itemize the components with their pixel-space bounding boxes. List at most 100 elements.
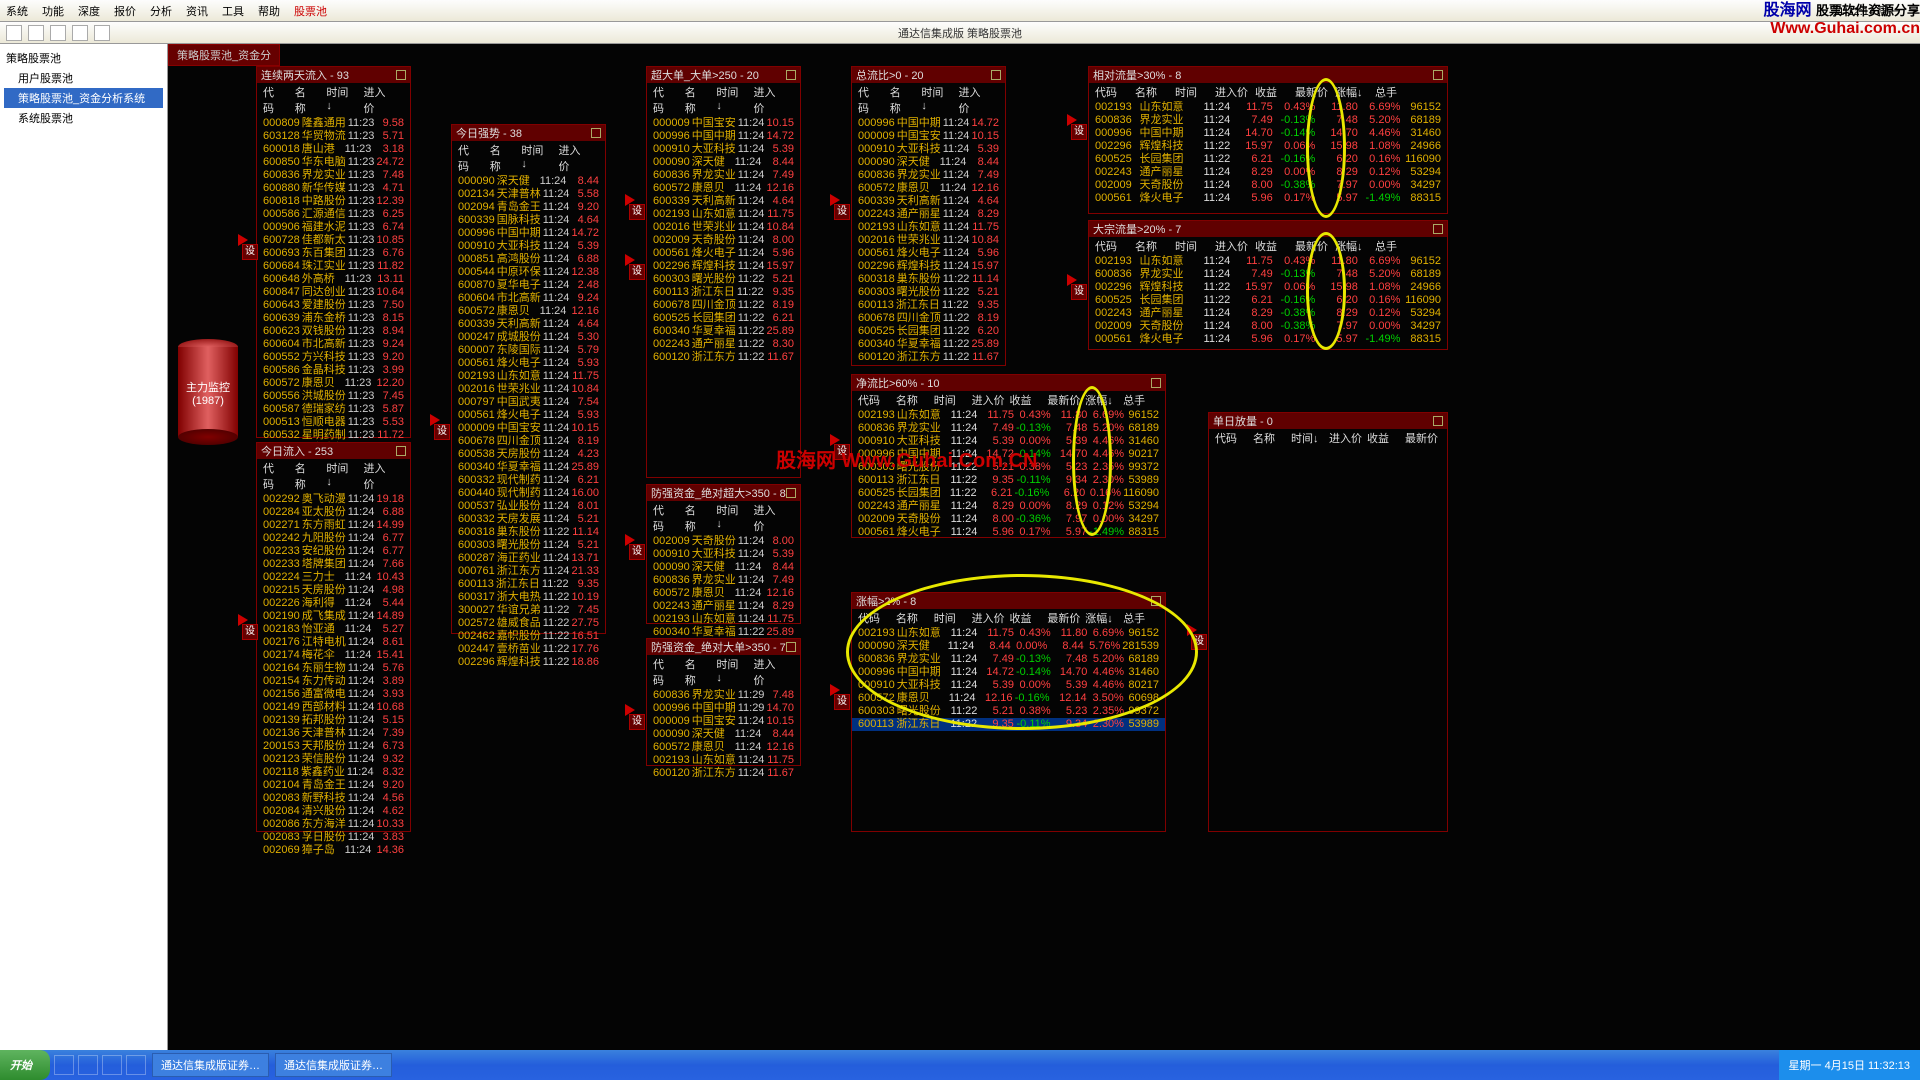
table-row[interactable]: 000851高鸿股份11:246.88 — [452, 253, 605, 266]
table-row[interactable]: 002009天奇股份11:248.00-0.36%7.970.00%34297 — [852, 513, 1165, 526]
pin-icon[interactable] — [1433, 224, 1443, 234]
table-row[interactable]: 002271东方雨虹11:2414.99 — [257, 519, 410, 532]
table-row[interactable]: 002016世荣兆业11:2410.84 — [852, 234, 1005, 247]
table-row[interactable]: 600678四川金顶11:228.19 — [647, 299, 800, 312]
table-row[interactable]: 600678四川金顶11:248.19 — [452, 435, 605, 448]
table-row[interactable]: 600728佳都新太11:2310.85 — [257, 234, 410, 247]
table-row[interactable]: 002190成飞集成11:2414.89 — [257, 610, 410, 623]
table-row[interactable]: 000009中国宝安11:2410.15 — [852, 130, 1005, 143]
table-row[interactable]: 600120浙江东方11:2211.67 — [647, 351, 800, 364]
table-row[interactable]: 600639浦东金桥11:238.15 — [257, 312, 410, 325]
tb-icon-1[interactable] — [6, 25, 22, 41]
table-row[interactable]: 002243通产丽星11:248.290.00%8.290.12%53294 — [852, 500, 1165, 513]
menu-func[interactable]: 功能 — [42, 3, 64, 19]
table-row[interactable]: 000009中国宝安11:2410.15 — [452, 422, 605, 435]
table-row[interactable]: 002193山东如意11:2411.75 — [852, 221, 1005, 234]
table-row[interactable]: 600113浙江东日11:229.35 — [852, 299, 1005, 312]
table-row[interactable]: 002016世荣兆业11:2410.84 — [452, 383, 605, 396]
table-row[interactable]: 002233安纪股份11:246.77 — [257, 545, 410, 558]
system-tray[interactable]: 星期一 4月15日 11:32:13 — [1779, 1050, 1920, 1080]
table-row[interactable]: 600120浙江东方11:2211.67 — [852, 351, 1005, 364]
set-tag[interactable]: 设 — [629, 544, 645, 560]
table-row[interactable]: 600339天利高新11:244.64 — [647, 195, 800, 208]
table-row[interactable]: 600693东百集团11:236.76 — [257, 247, 410, 260]
table-row[interactable]: 002193山东如意11:2411.75 — [647, 754, 800, 767]
table-row[interactable]: 000090深天健11:248.44 — [852, 156, 1005, 169]
table-row[interactable]: 002123荣信股份11:249.32 — [257, 753, 410, 766]
table-row[interactable]: 600318巢东股份11:2211.14 — [452, 526, 605, 539]
table-row[interactable]: 000906福建水泥11:236.74 — [257, 221, 410, 234]
quick-launch[interactable] — [126, 1055, 146, 1075]
table-row[interactable]: 600332现代制药11:246.21 — [452, 474, 605, 487]
task-button[interactable]: 通达信集成版证券… — [275, 1053, 392, 1077]
table-row[interactable]: 600552方兴科技11:239.20 — [257, 351, 410, 364]
table-row[interactable]: 600836界龙实业11:247.49 — [647, 574, 800, 587]
table-row[interactable]: 600113浙江东日11:229.35 — [452, 578, 605, 591]
table-row[interactable]: 600836界龙实业11:247.49 — [852, 169, 1005, 182]
tb-icon-5[interactable] — [94, 25, 110, 41]
table-row[interactable]: 000090深天健11:248.44 — [647, 156, 800, 169]
table-row[interactable]: 000996中国中期11:2914.70 — [647, 702, 800, 715]
table-row[interactable]: 000910大亚科技11:245.390.00%5.394.46%31460 — [852, 435, 1165, 448]
table-row[interactable]: 600113浙江东日11:229.35-0.11%9.342.30%53989 — [852, 718, 1165, 731]
menu-stockpool[interactable]: 股票池 — [294, 3, 327, 19]
table-row[interactable]: 002183怡亚通11:245.27 — [257, 623, 410, 636]
table-row[interactable]: 002104青岛金王11:249.20 — [257, 779, 410, 792]
table-row[interactable]: 002296辉煌科技11:2415.97 — [647, 260, 800, 273]
table-row[interactable]: 600836界龙实业11:297.48 — [647, 689, 800, 702]
table-row[interactable]: 600572康恩贝11:2412.16 — [452, 305, 605, 318]
table-row[interactable]: 002094青岛金王11:249.20 — [452, 201, 605, 214]
table-row[interactable]: 600303曙光股份11:225.21 — [647, 273, 800, 286]
table-row[interactable]: 600556洪城股份11:237.45 — [257, 390, 410, 403]
pin-icon[interactable] — [1151, 378, 1161, 388]
table-row[interactable]: 002083孚日股份11:243.83 — [257, 831, 410, 844]
table-row[interactable]: 600113浙江东日11:229.35 — [647, 286, 800, 299]
table-row[interactable]: 002447壹桥苗业11:2217.76 — [452, 643, 605, 656]
table-row[interactable]: 600836界龙实业11:237.48 — [257, 169, 410, 182]
table-row[interactable]: 600572康恩贝11:2412.16 — [647, 182, 800, 195]
menu-quote[interactable]: 报价 — [114, 3, 136, 19]
table-row[interactable]: 002139拓邦股份11:245.15 — [257, 714, 410, 727]
quick-launch[interactable] — [102, 1055, 122, 1075]
set-tag[interactable]: 设 — [242, 624, 258, 640]
table-row[interactable]: 600525长园集团11:226.21 — [647, 312, 800, 325]
table-row[interactable]: 002572雄威食品11:2227.75 — [452, 617, 605, 630]
tb-icon-4[interactable] — [72, 25, 88, 41]
table-row[interactable]: 000797中国武夷11:247.54 — [452, 396, 605, 409]
task-button[interactable]: 通达信集成版证券… — [152, 1053, 269, 1077]
table-row[interactable]: 002086东方海洋11:2410.33 — [257, 818, 410, 831]
table-row[interactable]: 002009天奇股份11:248.00 — [647, 535, 800, 548]
table-row[interactable]: 000996中国中期11:2414.72 — [452, 227, 605, 240]
table-row[interactable]: 600678四川金顶11:228.19 — [852, 312, 1005, 325]
table-row[interactable]: 600303曙光股份11:225.210.38%5.232.35%99372 — [852, 705, 1165, 718]
table-row[interactable]: 002284亚太股份11:246.88 — [257, 506, 410, 519]
tree-strategy-pool[interactable]: 策略股票池_资金分析系统 — [4, 88, 163, 108]
table-row[interactable]: 000537弘业股份11:248.01 — [452, 500, 605, 513]
table-row[interactable]: 000561烽火电子11:245.96 — [852, 247, 1005, 260]
table-row[interactable]: 600836界龙实业11:247.49 — [647, 169, 800, 182]
table-row[interactable]: 600440现代制药11:2416.00 — [452, 487, 605, 500]
table-row[interactable]: 000544中原环保11:2412.38 — [452, 266, 605, 279]
pin-icon[interactable] — [1151, 596, 1161, 606]
set-tag[interactable]: 设 — [834, 204, 850, 220]
table-row[interactable]: 000910大亚科技11:245.390.00%5.394.46%80217 — [852, 679, 1165, 692]
table-row[interactable]: 002243通产丽星11:248.29 — [852, 208, 1005, 221]
tree-user-pool[interactable]: 用户股票池 — [4, 68, 163, 88]
table-row[interactable]: 600586金晶科技11:233.99 — [257, 364, 410, 377]
menu-depth[interactable]: 深度 — [78, 3, 100, 19]
table-row[interactable]: 000513恒顺电器11:235.53 — [257, 416, 410, 429]
table-row[interactable]: 000586汇源通信11:236.25 — [257, 208, 410, 221]
set-tag[interactable]: 设 — [629, 714, 645, 730]
pin-icon[interactable] — [591, 128, 601, 138]
table-row[interactable]: 603128华贸物流11:235.71 — [257, 130, 410, 143]
table-row[interactable]: 600572康恩贝11:2312.20 — [257, 377, 410, 390]
set-tag[interactable]: 设 — [1071, 124, 1087, 140]
table-row[interactable]: 000910大亚科技11:245.39 — [647, 548, 800, 561]
table-row[interactable]: 002069獐子岛11:2414.36 — [257, 844, 410, 857]
table-row[interactable]: 002296辉煌科技11:2215.970.06%15.981.08%24966 — [1089, 281, 1447, 294]
table-row[interactable]: 600120浙江东方11:2411.67 — [647, 767, 800, 780]
table-row[interactable]: 600340华夏幸福11:2225.89 — [647, 325, 800, 338]
table-row[interactable]: 002462嘉帜股份11:2216.51 — [452, 630, 605, 643]
table-row[interactable]: 000561烽火电子11:245.960.17%5.97-1.49%88315 — [1089, 192, 1447, 205]
table-row[interactable]: 600604市北高新11:249.24 — [452, 292, 605, 305]
